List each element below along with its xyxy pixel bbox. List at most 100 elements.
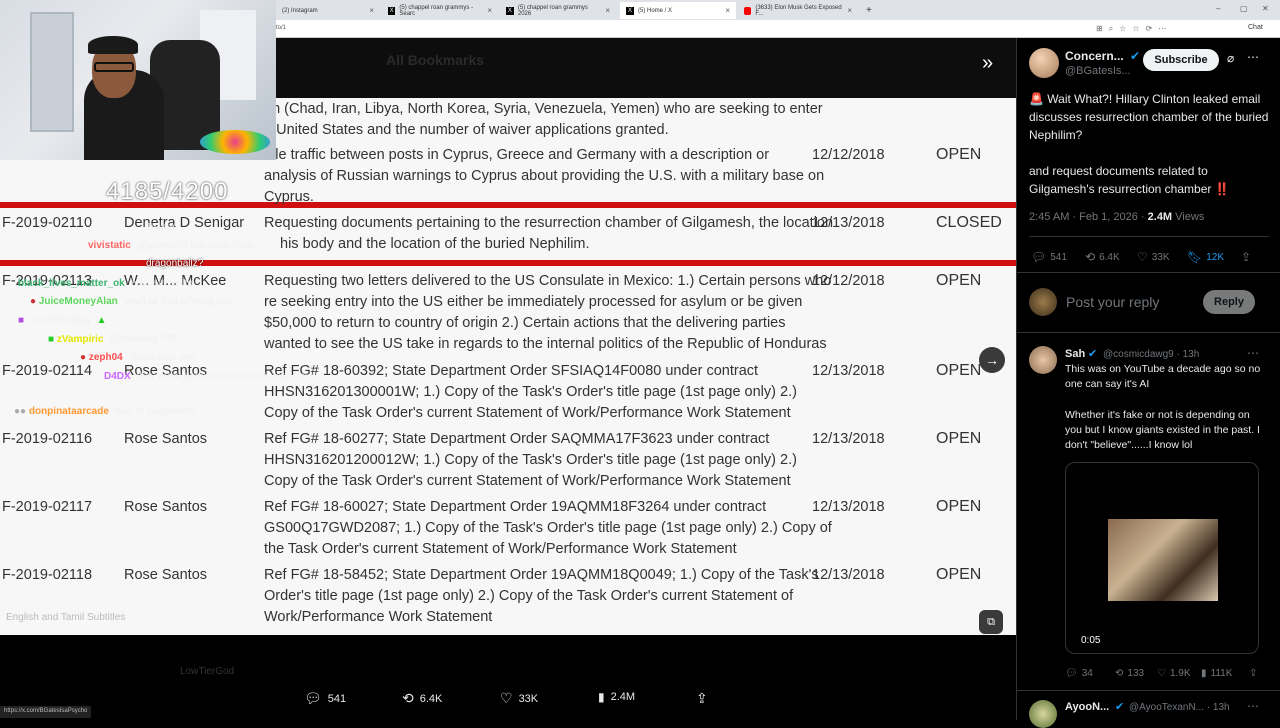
post-reply-stat[interactable]: 💬︎ 541 — [1031, 250, 1067, 264]
chat-message: ■ zVampiric @vivistatic ??? — [48, 334, 177, 345]
bar-chart-icon: ▮ — [598, 690, 605, 704]
close-window-icon[interactable]: ✕ — [1262, 4, 1269, 13]
reply-author-name[interactable]: AyooN... — [1065, 701, 1109, 713]
like-action[interactable]: ♡ 33K — [500, 690, 538, 707]
chat-username: zeph04 — [88, 352, 123, 363]
badge-icon: ● — [30, 296, 39, 307]
minimize-icon[interactable]: – — [1216, 4, 1220, 13]
reply-author-handle[interactable]: @AyooTexanN... · 13h — [1129, 702, 1230, 713]
close-tab-icon[interactable]: × — [725, 6, 730, 15]
row-date: 12/13/2018 — [812, 499, 885, 515]
repost-action[interactable]: ⟲ 6.4K — [402, 690, 442, 707]
maximize-icon[interactable]: ▢ — [1240, 4, 1248, 13]
streamer-hair — [88, 36, 138, 54]
chat-text: Twitter — [146, 222, 176, 233]
more-options-icon[interactable]: ⋯ — [1247, 50, 1259, 64]
reply-author-avatar[interactable] — [1029, 700, 1057, 728]
reply-input[interactable]: Post your reply — [1066, 294, 1159, 310]
next-arrow-icon[interactable]: → — [979, 347, 1005, 373]
chat-button[interactable]: Chat — [1248, 24, 1263, 31]
reply-views-stat[interactable]: ▮ 111K — [1201, 668, 1232, 679]
reply-author-handle[interactable]: @cosmicdawg9 · 13h — [1103, 349, 1199, 360]
post-share-stat[interactable]: ⇪ — [1241, 250, 1251, 264]
tab-instagram[interactable]: (2) Instagram × — [276, 2, 380, 19]
more-options-icon[interactable]: ⋯ — [1247, 699, 1259, 713]
row-description: en (Chad, Iran, Libya, North Korea, Syri… — [264, 101, 823, 117]
reply-action[interactable]: 💬︎ 541 — [304, 690, 346, 707]
row-status: OPEN — [936, 146, 982, 163]
badge-icon: ● — [80, 352, 89, 363]
more-options-icon[interactable]: ⋯ — [1247, 346, 1259, 360]
subscribe-button[interactable]: Subscribe — [1143, 49, 1219, 71]
row-date: 12/13/2018 — [812, 363, 885, 379]
new-tab-button[interactable]: + — [860, 2, 874, 19]
share-action[interactable]: ⇪ — [696, 690, 708, 707]
row-id: F-2019-02117 — [2, 499, 93, 515]
row-description: Ref FG# 18-60027; State Department Order… — [264, 499, 767, 515]
tab-search-2026[interactable]: X (5) chappel roan grammys 2026 × — [500, 2, 616, 19]
row-description: Copy of the Task Order's current Stateme… — [264, 405, 791, 421]
share-icon: ⇪ — [696, 690, 708, 706]
close-tab-icon[interactable]: × — [605, 6, 610, 15]
row-description: GS00Q17GWD2087; 1.) Copy of the Task's O… — [264, 520, 832, 536]
author-handle[interactable]: @BGatesIs... — [1065, 65, 1131, 77]
url-text: to/1 — [276, 25, 287, 31]
tab-search[interactable]: X (5) chappel roan grammys - Searc × — [382, 2, 498, 19]
reply-video[interactable]: 0:05 — [1065, 462, 1259, 654]
close-tab-icon[interactable]: × — [487, 6, 492, 15]
post-bookmark-stat[interactable]: 🔖︎ 12K — [1187, 250, 1224, 264]
reply-author-name[interactable]: Sah — [1065, 348, 1085, 360]
follower-goal-counter: 4185/4200 — [106, 178, 229, 205]
row-description: analysis of Russian warnings to Cyprus a… — [264, 168, 825, 184]
author-avatar[interactable] — [1029, 48, 1059, 78]
divider — [1017, 272, 1280, 273]
x-logo-icon: X — [626, 6, 634, 15]
chat-text: they arent gonna ressurrect a nephilim — [136, 371, 308, 382]
row-description: Cyprus. — [264, 189, 314, 205]
chat-username: vivistatic — [88, 240, 131, 251]
row-description: Ref FG# 18-58452; State Department Order… — [264, 567, 819, 583]
video-duration: 0:05 — [1081, 635, 1101, 646]
tab-youtube[interactable]: (3633) Elon Musk Gets Exposed F... × — [738, 2, 858, 19]
chat-message: ●● donpinataarcade epic of Gilgamesh — [14, 406, 195, 417]
background-username: LowTierGod — [180, 666, 235, 677]
reply-reply-stat[interactable]: 💬︎ 34 — [1065, 668, 1093, 679]
tab-home-x[interactable]: X (5) Home / X × — [620, 2, 736, 19]
chat-username: zVampiric — [56, 334, 104, 345]
video-caption: English and Tamil Subtitles — [6, 612, 126, 623]
like-count: 33K — [1151, 251, 1170, 263]
expand-chevron-icon[interactable]: » — [982, 52, 993, 75]
browser-toolbar-icons[interactable]: ⊞⌕☆☆⟳⋯ — [1096, 24, 1172, 34]
row-status: OPEN — [936, 498, 982, 515]
badge-icon: ■ — [18, 315, 27, 326]
grok-icon[interactable]: ⌀ — [1227, 51, 1234, 65]
webcam-overlay — [0, 0, 276, 160]
reply-button[interactable]: Reply — [1203, 290, 1255, 314]
chat-message: Twitter — [140, 222, 175, 233]
chat-text: dragonballz? — [146, 258, 204, 269]
heart-icon: ♡ — [1157, 668, 1166, 679]
row-date: 12/13/2018 — [812, 215, 885, 231]
reply-author-avatar[interactable] — [1029, 346, 1057, 374]
reply-like-stat[interactable]: ♡ 1.9K — [1157, 668, 1191, 679]
reply-share-stat[interactable]: ⇪ — [1249, 668, 1257, 679]
like-count: 1.9K — [1169, 668, 1191, 679]
chat-username: donpinataarcade — [28, 406, 109, 417]
post-repost-stat[interactable]: ⟲ 6.4K — [1085, 250, 1120, 264]
reply-repost-stat[interactable]: ⟲ 133 — [1115, 668, 1144, 679]
row-name: Rose Santos — [124, 431, 208, 447]
reply-count: 541 — [1050, 251, 1067, 263]
row-description: his body and the location of the buried … — [280, 236, 590, 252]
chat-username: JuiceMoneyAlan — [38, 296, 118, 307]
row-description: Requesting two letters delivered to the … — [264, 273, 832, 289]
close-tab-icon[interactable]: × — [847, 6, 852, 15]
row-description: Requesting documents pertaining to the r… — [264, 215, 834, 231]
author-name[interactable]: Concern... — [1065, 49, 1124, 63]
post-like-stat[interactable]: ♡ 33K — [1137, 250, 1170, 264]
row-description: re seeking entry into the US either be i… — [264, 294, 803, 310]
views-action[interactable]: ▮ 2.4M — [598, 690, 635, 704]
alt-text-icon[interactable]: ⧉ — [979, 610, 1003, 634]
like-count: 33K — [518, 692, 539, 705]
close-tab-icon[interactable]: × — [369, 6, 374, 15]
chat-message: ● zeph04 @vivistatic yes — [80, 352, 195, 363]
